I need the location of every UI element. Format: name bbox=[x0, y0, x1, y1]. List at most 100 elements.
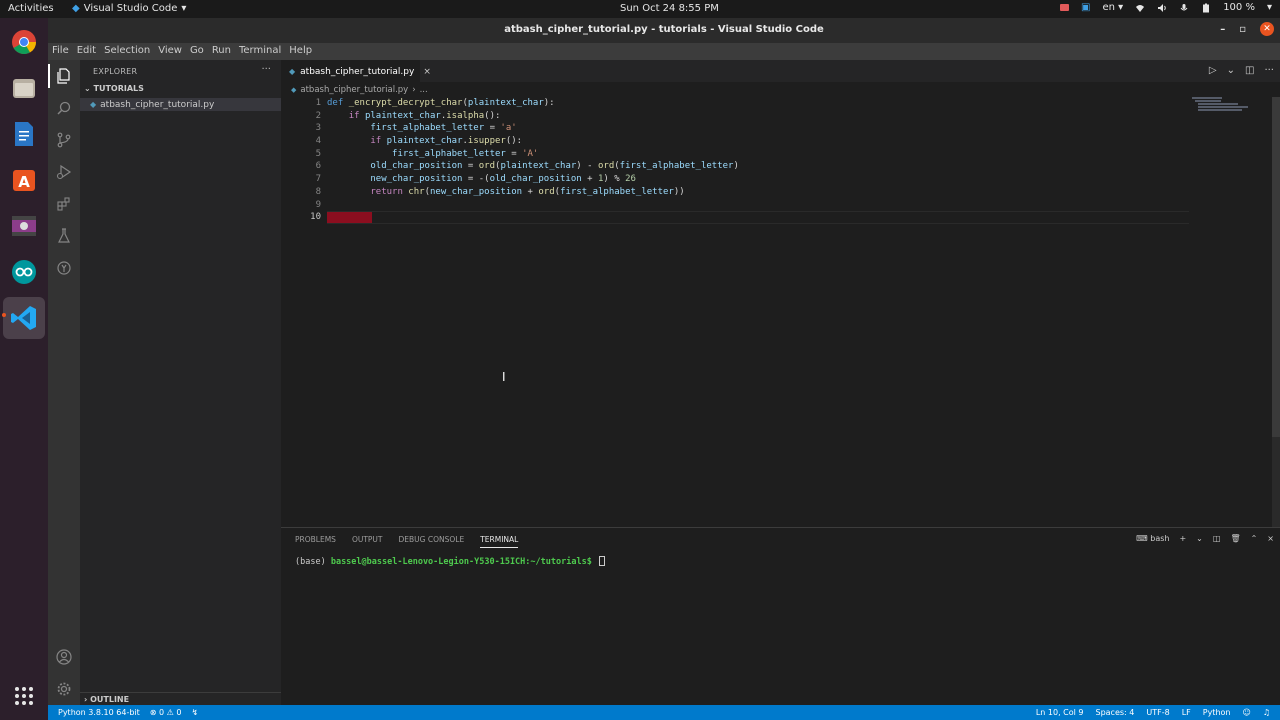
files-icon[interactable] bbox=[8, 72, 40, 104]
notifications-bell-icon[interactable]: ♫ bbox=[1263, 708, 1270, 717]
more-actions-icon[interactable]: ··· bbox=[261, 64, 271, 75]
search-icon[interactable] bbox=[56, 100, 72, 116]
line-number: 5 bbox=[315, 148, 321, 159]
extensions-icon[interactable] bbox=[56, 196, 72, 212]
minimap-line bbox=[1198, 103, 1238, 105]
screenshot-tool-icon[interactable]: ▣ bbox=[1081, 2, 1090, 13]
terminal-cursor bbox=[598, 556, 605, 566]
chevron-right-icon: › bbox=[412, 84, 416, 95]
app-grid-icon[interactable] bbox=[8, 680, 40, 712]
line-number: 2 bbox=[315, 110, 321, 121]
indentation[interactable]: Spaces: 4 bbox=[1095, 708, 1134, 717]
end-of-line[interactable]: LF bbox=[1182, 708, 1191, 717]
app-menu[interactable]: ◆ Visual Studio Code ▾ bbox=[72, 3, 186, 14]
tab-atbash[interactable]: ◆ atbash_cipher_tutorial.py × bbox=[281, 60, 431, 82]
tab-debug-console[interactable]: DEBUG CONSOLE bbox=[399, 535, 465, 548]
run-python-file-icon[interactable]: ▷ bbox=[1209, 65, 1217, 76]
terminal-output[interactable]: (base) bassel@bassel-Lenovo-Legion-Y530-… bbox=[295, 556, 605, 567]
breadcrumb-symbol[interactable]: ... bbox=[420, 85, 428, 95]
source-control-icon[interactable] bbox=[56, 132, 72, 148]
new-terminal-icon[interactable]: + bbox=[1179, 534, 1186, 543]
tab-problems[interactable]: PROBLEMS bbox=[295, 535, 336, 548]
menu-selection[interactable]: Selection bbox=[104, 43, 156, 60]
ubuntu-dock: A bbox=[0, 18, 48, 720]
scrollbar-thumb[interactable] bbox=[1272, 97, 1280, 437]
maximize-button[interactable]: ▫ bbox=[1239, 24, 1246, 35]
chrome-icon[interactable] bbox=[8, 26, 40, 58]
gear-icon[interactable] bbox=[56, 681, 72, 697]
testing-icon[interactable] bbox=[56, 228, 72, 244]
activities-button[interactable]: Activities bbox=[8, 3, 54, 14]
feedback-icon[interactable]: ☺ bbox=[1242, 708, 1250, 717]
language-indicator[interactable]: en ▾ bbox=[1102, 2, 1123, 13]
close-window-button[interactable]: ✕ bbox=[1260, 22, 1274, 36]
battery-icon[interactable] bbox=[1201, 3, 1211, 13]
menu-run[interactable]: Run bbox=[212, 43, 237, 60]
menu-bar: File Edit Selection View Go Run Terminal… bbox=[48, 43, 1280, 60]
split-terminal-icon[interactable]: ◫ bbox=[1213, 534, 1221, 543]
system-tray[interactable]: ▣ en ▾ 100 % ▾ bbox=[1060, 2, 1272, 13]
python-interpreter[interactable]: Python 3.8.10 64-bit bbox=[58, 708, 140, 717]
outline-section[interactable]: › OUTLINE bbox=[80, 692, 281, 705]
minimap[interactable] bbox=[1192, 97, 1266, 117]
menu-view[interactable]: View bbox=[158, 43, 188, 60]
code-content: def _encrypt_decrypt_char(plaintext_char… bbox=[327, 97, 1227, 224]
screencast-icon[interactable] bbox=[8, 210, 40, 242]
menu-terminal[interactable]: Terminal bbox=[239, 43, 287, 60]
svg-text:A: A bbox=[18, 173, 30, 191]
cursor-position[interactable]: Ln 10, Col 9 bbox=[1036, 708, 1084, 717]
running-indicator bbox=[2, 313, 6, 317]
error-icon: ⊗ bbox=[149, 708, 157, 717]
terminal-selector[interactable]: ⌨ bash bbox=[1136, 534, 1169, 543]
system-menu-chevron-icon[interactable]: ▾ bbox=[1267, 2, 1272, 13]
vscode-icon[interactable] bbox=[3, 297, 45, 339]
menu-go[interactable]: Go bbox=[190, 43, 210, 60]
folder-section-tutorials[interactable]: ⌄ TUTORIALS bbox=[80, 84, 281, 97]
breadcrumb-file[interactable]: atbash_cipher_tutorial.py bbox=[300, 85, 408, 95]
screen-recording-icon[interactable] bbox=[1060, 4, 1070, 11]
microphone-icon[interactable] bbox=[1179, 3, 1189, 13]
encoding[interactable]: UTF-8 bbox=[1146, 708, 1169, 717]
libreoffice-writer-icon[interactable] bbox=[8, 118, 40, 150]
kill-terminal-icon[interactable]: 🗑 bbox=[1230, 534, 1240, 543]
minimize-button[interactable]: – bbox=[1220, 24, 1225, 35]
line-number: 1 bbox=[315, 98, 321, 108]
line-number: 4 bbox=[315, 136, 321, 147]
problems-summary[interactable]: ⊗ 0 ⚠ 0 bbox=[150, 708, 182, 717]
minimap-line bbox=[1198, 109, 1242, 111]
live-share-icon[interactable]: ↯ bbox=[191, 708, 198, 717]
arduino-icon[interactable] bbox=[8, 256, 40, 288]
account-icon[interactable] bbox=[56, 649, 72, 665]
code-editor[interactable]: 1 2 3 4 5 6 7 8 9 10 def _encrypt_decryp… bbox=[281, 97, 1280, 527]
software-center-icon[interactable]: A bbox=[8, 164, 40, 196]
line-number: 3 bbox=[315, 123, 321, 134]
menu-help[interactable]: Help bbox=[289, 43, 318, 60]
file-item-atbash[interactable]: ◆ atbash_cipher_tutorial.py bbox=[80, 98, 281, 111]
close-tab-icon[interactable]: × bbox=[423, 67, 431, 77]
run-options-chevron-icon[interactable]: ⌄ bbox=[1227, 65, 1235, 76]
remote-explorer-icon[interactable] bbox=[56, 260, 72, 276]
menu-file[interactable]: File bbox=[52, 43, 75, 60]
line-number: 10 bbox=[310, 212, 321, 223]
split-editor-icon[interactable]: ◫ bbox=[1245, 65, 1254, 76]
explorer-icon[interactable] bbox=[56, 68, 72, 84]
more-actions-icon[interactable]: ··· bbox=[1264, 65, 1274, 76]
menu-edit[interactable]: Edit bbox=[77, 43, 102, 60]
activity-bar bbox=[48, 60, 80, 705]
tab-terminal[interactable]: TERMINAL bbox=[480, 535, 519, 548]
language-mode[interactable]: Python bbox=[1203, 708, 1231, 717]
minimap-line bbox=[1198, 106, 1248, 108]
tab-output[interactable]: OUTPUT bbox=[352, 535, 383, 548]
maximize-panel-icon[interactable]: ⌃ bbox=[1251, 534, 1258, 543]
run-debug-icon[interactable] bbox=[56, 164, 72, 180]
battery-percent: 100 % bbox=[1223, 2, 1255, 13]
python-file-icon: ◆ bbox=[291, 85, 297, 94]
volume-icon[interactable] bbox=[1157, 3, 1167, 13]
wifi-icon[interactable] bbox=[1135, 3, 1145, 13]
code-line: return chr(new_char_position + ord(first… bbox=[370, 186, 685, 197]
clock[interactable]: Sun Oct 24 8:55 PM bbox=[620, 3, 719, 14]
file-name: atbash_cipher_tutorial.py bbox=[100, 99, 215, 110]
terminal-launch-chevron-icon[interactable]: ⌄ bbox=[1196, 534, 1203, 543]
vertical-scrollbar[interactable] bbox=[1272, 97, 1280, 527]
close-panel-icon[interactable]: × bbox=[1267, 534, 1274, 543]
